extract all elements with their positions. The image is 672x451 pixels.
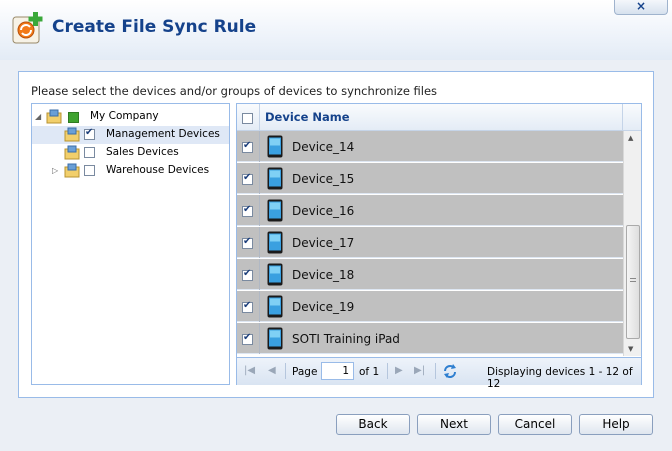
- group-tree: ◢ My Company Management Devices Sales De…: [31, 103, 230, 385]
- column-divider: [259, 163, 260, 194]
- column-divider: [622, 104, 623, 130]
- column-header-device-name[interactable]: Device Name: [265, 110, 350, 124]
- table-row[interactable]: Device_16: [237, 195, 623, 226]
- device-name: Device_19: [292, 300, 355, 314]
- tablet-icon: [267, 327, 283, 350]
- collapse-icon[interactable]: ◢: [35, 112, 41, 121]
- column-divider: [259, 104, 260, 130]
- back-button[interactable]: Back: [336, 414, 410, 435]
- scroll-up-icon[interactable]: ▲: [628, 134, 633, 142]
- help-button[interactable]: Help: [579, 414, 653, 435]
- table-row[interactable]: Device_17: [237, 227, 623, 258]
- page-label: Page: [292, 366, 318, 378]
- row-checkbox[interactable]: [242, 172, 253, 185]
- tree-checkbox-management-devices[interactable]: [84, 127, 95, 140]
- folder-icon: [64, 145, 80, 160]
- close-button[interactable]: ×: [614, 0, 668, 15]
- select-all-checkbox[interactable]: [242, 113, 253, 124]
- tablet-icon: [267, 263, 283, 286]
- column-divider: [259, 259, 260, 290]
- column-divider: [259, 291, 260, 322]
- scroll-thumb[interactable]: [626, 225, 640, 339]
- instruction-text: Please select the devices and/or groups …: [31, 84, 438, 98]
- device-name: Device_18: [292, 268, 355, 282]
- tree-item-label: Warehouse Devices: [106, 164, 210, 176]
- tree-item-management-devices[interactable]: Management Devices: [32, 126, 229, 144]
- last-page-icon[interactable]: ▶|: [414, 365, 425, 376]
- dialog-titlebar: Create File Sync Rule ×: [0, 0, 672, 60]
- refresh-icon[interactable]: [442, 362, 458, 380]
- device-grid: Device Name Device_14 Device_15 Device_1…: [236, 103, 642, 390]
- expand-icon[interactable]: ▷: [52, 166, 58, 175]
- folder-icon: [46, 109, 62, 124]
- table-row[interactable]: Device_19: [237, 291, 623, 322]
- row-checkbox[interactable]: [242, 300, 253, 313]
- table-row[interactable]: Device_18: [237, 259, 623, 290]
- tablet-icon: [267, 231, 283, 254]
- toolbar-separator: [285, 363, 286, 379]
- table-row[interactable]: SOTI Training iPad: [237, 323, 623, 354]
- folder-icon: [64, 163, 80, 178]
- tree-checkbox-sales-devices[interactable]: [84, 147, 95, 158]
- tree-checkbox-my-company[interactable]: [68, 112, 79, 123]
- dialog-title: Create File Sync Rule: [52, 17, 257, 37]
- next-page-icon[interactable]: ▶: [395, 365, 403, 376]
- sync-add-icon: [12, 12, 43, 44]
- first-page-icon[interactable]: |◀: [244, 365, 255, 376]
- tree-item-label: Management Devices: [106, 128, 220, 140]
- device-name: Device_15: [292, 172, 355, 186]
- row-checkbox[interactable]: [242, 204, 253, 217]
- next-button[interactable]: Next: [417, 414, 491, 435]
- column-divider: [259, 323, 260, 354]
- toolbar-separator: [387, 363, 388, 379]
- column-divider: [259, 131, 260, 162]
- tree-checkbox-warehouse-devices[interactable]: [84, 165, 95, 176]
- paging-toolbar: |◀ ◀ Page 1 of 1 ▶ ▶| Displaying devices…: [237, 357, 641, 390]
- tablet-icon: [267, 135, 283, 158]
- row-checkbox[interactable]: [242, 268, 253, 281]
- selection-panel: Please select the devices and/or groups …: [18, 71, 654, 398]
- tree-item-label: Sales Devices: [106, 146, 179, 158]
- toolbar-separator: [435, 363, 436, 379]
- tree-item-label: My Company: [90, 110, 159, 122]
- table-row[interactable]: Device_14: [237, 131, 623, 162]
- tablet-icon: [267, 167, 283, 190]
- row-checkbox[interactable]: [242, 332, 253, 345]
- device-rows: Device_14 Device_15 Device_16 Device_17: [237, 131, 623, 355]
- prev-page-icon[interactable]: ◀: [268, 365, 276, 376]
- tree-item-my-company[interactable]: ◢ My Company: [32, 108, 229, 126]
- page-number-input[interactable]: 1: [321, 362, 354, 380]
- tablet-icon: [267, 199, 283, 222]
- grip-icon: [630, 278, 636, 284]
- device-name: Device_17: [292, 236, 355, 250]
- row-checkbox[interactable]: [242, 140, 253, 153]
- device-name: Device_14: [292, 140, 355, 154]
- cancel-button[interactable]: Cancel: [498, 414, 572, 435]
- tablet-icon: [267, 295, 283, 318]
- column-divider: [259, 227, 260, 258]
- tree-item-warehouse-devices[interactable]: ▷ Warehouse Devices: [32, 162, 229, 180]
- tree-item-sales-devices[interactable]: Sales Devices: [32, 144, 229, 162]
- scroll-down-icon[interactable]: ▼: [628, 345, 633, 353]
- page-count-label: of 1: [359, 366, 380, 378]
- device-name: SOTI Training iPad: [292, 332, 400, 346]
- folder-icon: [64, 127, 80, 142]
- paging-display-text: Displaying devices 1 - 12 of 12: [487, 366, 633, 390]
- column-divider: [259, 195, 260, 226]
- device-name: Device_16: [292, 204, 355, 218]
- vertical-scrollbar[interactable]: ▲ ▼: [623, 131, 641, 356]
- row-checkbox[interactable]: [242, 236, 253, 249]
- grid-header: Device Name: [237, 104, 641, 131]
- table-row[interactable]: Device_15: [237, 163, 623, 194]
